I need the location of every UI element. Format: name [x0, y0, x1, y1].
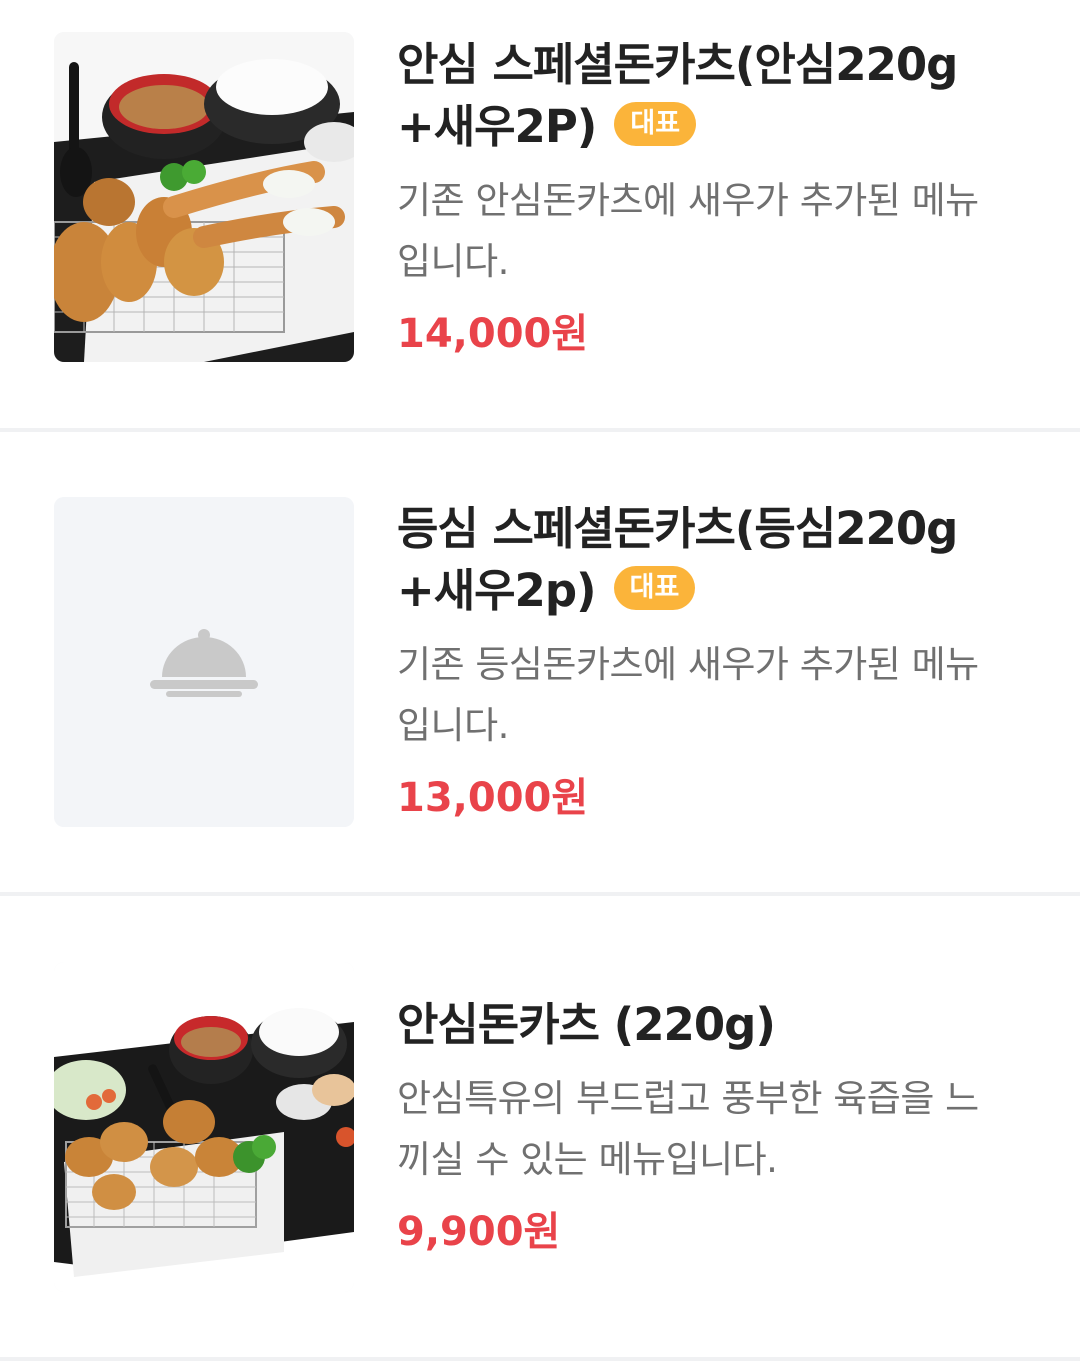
menu-item-price: 9,900원 [397, 1209, 561, 1255]
menu-item-title-line1: 안심 스페셜돈카츠(안심220g [397, 38, 958, 91]
menu-item-anshim-tonkatsu[interactable]: 안심돈카츠 (220g) 안심특유의 부드럽고 풍부한 육즙을 느 끼실 수 있… [0, 894, 1080, 1358]
menu-item-price: 14,000원 [397, 311, 589, 357]
menu-item-title: 안심돈카츠 (220g) [397, 994, 1037, 1056]
menu-item-desc-line2: 입니다. [397, 704, 509, 747]
menu-item-title-line1: 등심 스페셜돈카츠(등심220g [397, 502, 958, 555]
menu-item-description: 안심특유의 부드럽고 풍부한 육즙을 느 끼실 수 있는 메뉴입니다. [397, 1068, 1037, 1190]
menu-item-title: 등심 스페셜돈카츠(등심220g +새우2p) 대표 [397, 498, 1037, 622]
menu-item-price: 13,000원 [397, 775, 589, 821]
menu-item-description: 기존 안심돈카츠에 새우가 추가된 메뉴 입니다. [397, 170, 1037, 292]
menu-item-desc-line1: 기존 등심돈카츠에 새우가 추가된 메뉴 [397, 643, 979, 686]
representative-badge: 대표 [613, 566, 696, 610]
menu-item-photo[interactable] [54, 32, 354, 362]
menu-item-info: 안심 스페셜돈카츠(안심220g +새우2P) 대표 기존 안심돈카츠에 새우가 … [397, 34, 1037, 362]
menu-item-desc-line2: 끼실 수 있는 메뉴입니다. [397, 1138, 778, 1181]
cloche-placeholder-icon [54, 497, 354, 827]
menu-item-desc-line1: 기존 안심돈카츠에 새우가 추가된 메뉴 [397, 179, 979, 222]
menu-item-deungshim-special[interactable]: 등심 스페셜돈카츠(등심220g +새우2p) 대표 기존 등심돈카츠에 새우가 … [0, 430, 1080, 894]
menu-item-description: 기존 등심돈카츠에 새우가 추가된 메뉴 입니다. [397, 634, 1037, 756]
tonkatsu-set-photo [54, 962, 354, 1292]
menu-item-title-line2: +새우2P) [397, 100, 597, 153]
representative-badge: 대표 [614, 102, 697, 146]
menu-item-photo-placeholder[interactable] [54, 497, 354, 827]
menu-item-desc-line1: 안심특유의 부드럽고 풍부한 육즙을 느 [397, 1077, 979, 1120]
tonkatsu-shrimp-photo [54, 32, 354, 362]
menu-item-info: 안심돈카츠 (220g) 안심특유의 부드럽고 풍부한 육즙을 느 끼실 수 있… [397, 994, 1037, 1260]
menu-item-title-line1: 안심돈카츠 (220g) [397, 998, 776, 1051]
menu-item-desc-line2: 입니다. [397, 240, 509, 283]
menu-item-photo[interactable] [54, 962, 354, 1292]
menu-item-title-line2: +새우2p) [397, 564, 597, 617]
menu-item-info: 등심 스페셜돈카츠(등심220g +새우2p) 대표 기존 등심돈카츠에 새우가 … [397, 498, 1037, 826]
menu-item-anshim-special[interactable]: 안심 스페셜돈카츠(안심220g +새우2P) 대표 기존 안심돈카츠에 새우가 … [0, 0, 1080, 430]
menu-item-title: 안심 스페셜돈카츠(안심220g +새우2P) 대표 [397, 34, 1037, 158]
divider [0, 1357, 1080, 1361]
